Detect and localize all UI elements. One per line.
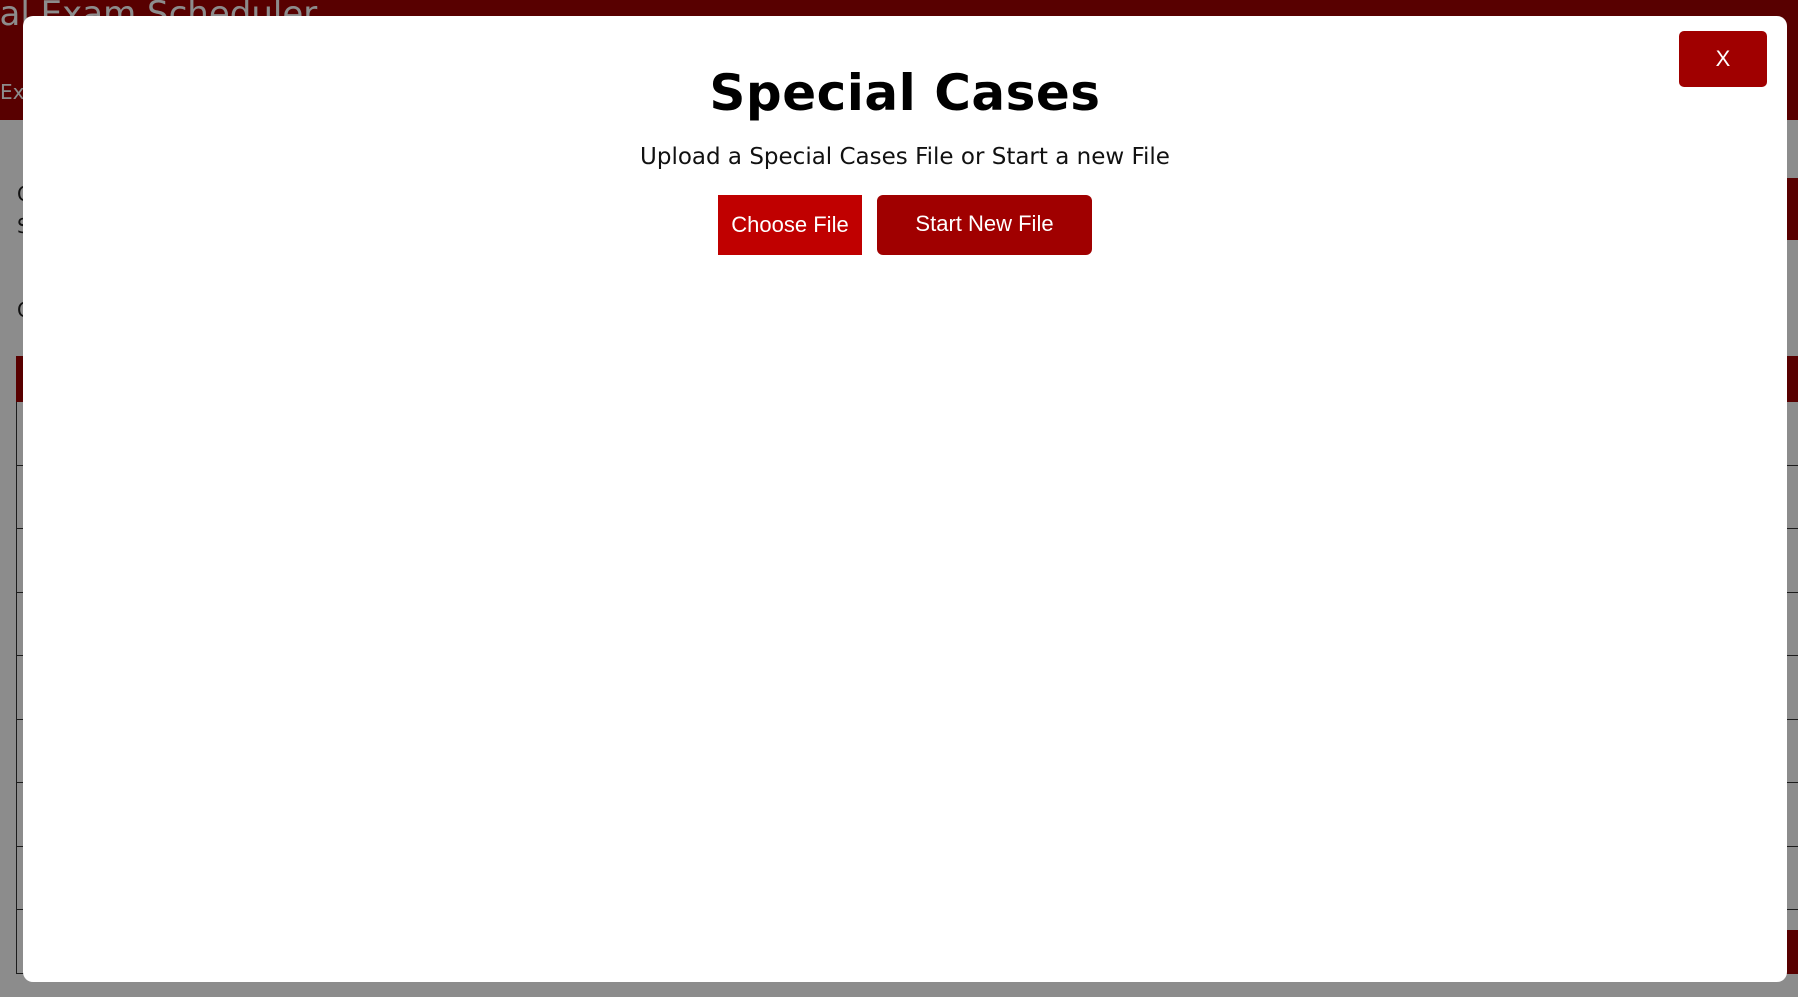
modal-subtitle: Upload a Special Cases File or Start a n…: [640, 144, 1170, 170]
modal-actions: Choose File Start New File: [23, 195, 1787, 255]
choose-file-button[interactable]: Choose File: [718, 195, 862, 255]
special-cases-modal: X Special Cases Upload a Special Cases F…: [23, 16, 1787, 982]
start-new-file-button[interactable]: Start New File: [877, 195, 1092, 255]
modal-title: Special Cases: [709, 64, 1101, 122]
